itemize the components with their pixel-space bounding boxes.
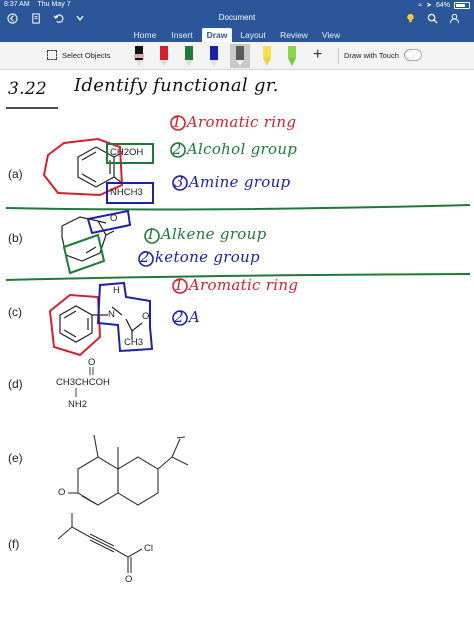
add-pen-button[interactable]: + [313, 47, 322, 63]
status-bar: 8:37 AM Thu May 7 ≈ ➤ 64% [0, 0, 474, 10]
draw-with-touch-toggle[interactable] [404, 49, 422, 61]
note-a-2: 2 Alcohol group [172, 140, 298, 158]
structure-b-oxygen: O [110, 213, 118, 224]
problem-c-label: (c) [8, 305, 22, 319]
ribbon-tabs: Home Insert Draw Layout Review View [0, 28, 474, 42]
structure-e-oxygen: O [58, 487, 66, 498]
select-objects-label: Select Objects [62, 50, 111, 60]
title-bar: Document [0, 10, 474, 26]
pen-gray-selected-icon[interactable] [230, 44, 250, 68]
battery-percent: 64% [435, 1, 450, 9]
pen-green-icon[interactable] [180, 44, 198, 68]
structure-c-n: N [108, 309, 115, 320]
tab-view[interactable]: View [316, 28, 346, 42]
lightbulb-icon[interactable] [404, 12, 416, 24]
search-icon[interactable] [426, 12, 438, 24]
highlighter-yellow-icon[interactable] [258, 44, 276, 68]
structure-f-chlorine: Cl [144, 543, 153, 554]
heading-text: Identify functional gr. [74, 75, 279, 96]
draw-with-touch-label: Draw with Touch [344, 51, 399, 60]
tab-layout[interactable]: Layout [235, 28, 271, 42]
structure-d-oxygen: O [88, 357, 96, 368]
heading-number: 3.22 [8, 79, 48, 99]
note-c-1: 1 Aromatic ring [174, 276, 299, 294]
structure-b-ketone-box [86, 209, 132, 235]
structure-f-oxygen: O [125, 574, 133, 585]
select-objects-button[interactable]: Select Objects [47, 50, 110, 60]
highlighter-green-icon[interactable] [283, 44, 301, 68]
structure-a-ch2oh: CH2OH [110, 147, 144, 158]
note-b-1: 1 Alkene group [146, 225, 267, 243]
pen-black-icon[interactable] [130, 44, 148, 68]
location-icon: ➤ [426, 2, 432, 9]
tab-review[interactable]: Review [274, 28, 314, 42]
account-icon[interactable] [448, 12, 460, 24]
structure-c-ch3: CH3 [124, 337, 144, 348]
note-b-2: 2 ketone group [140, 248, 260, 266]
structure-e-skeleton [68, 434, 189, 506]
draw-toolbar: Select Objects + Draw with Touch [0, 42, 474, 70]
pen-blue-icon[interactable] [205, 44, 223, 68]
note-a-3: 3 Amine group [174, 173, 291, 191]
problem-b-label: (b) [8, 231, 23, 245]
status-date: Thu May 7 [37, 1, 71, 8]
problem-f-label: (f) [8, 537, 20, 551]
select-objects-icon [47, 50, 57, 60]
problem-d-label: (d) [8, 377, 23, 391]
structure-f-skeleton [57, 513, 143, 573]
pen-red-icon[interactable] [155, 44, 173, 68]
note-c-2: 2 A [174, 308, 201, 326]
divider-a-b [5, 204, 471, 211]
tab-draw[interactable]: Draw [202, 28, 232, 42]
status-time: 8:37 AM [4, 1, 30, 8]
toolbar-divider [338, 48, 339, 64]
problem-a-label: (a) [8, 167, 23, 181]
wifi-icon: ≈ [418, 1, 423, 9]
tab-home[interactable]: Home [126, 28, 164, 42]
structure-a-nhch3: NHCH3 [110, 187, 143, 198]
battery-icon [454, 1, 470, 9]
structure-c-h: H [113, 285, 120, 296]
app-chrome: 8:37 AM Thu May 7 ≈ ➤ 64% Document Home … [0, 0, 474, 42]
document-title: Document [218, 13, 256, 22]
tab-insert[interactable]: Insert [164, 28, 200, 42]
structure-d-chain: CH3CHCOH [56, 377, 110, 388]
structure-c-o: O [142, 311, 150, 322]
note-a-1: 1 Aromatic ring [172, 113, 297, 131]
structure-d-nh2: NH2 [68, 399, 88, 410]
problem-e-label: (e) [8, 451, 23, 465]
document-page[interactable]: 3.22 Identify functional gr. (a) CH2OH N… [0, 71, 474, 632]
